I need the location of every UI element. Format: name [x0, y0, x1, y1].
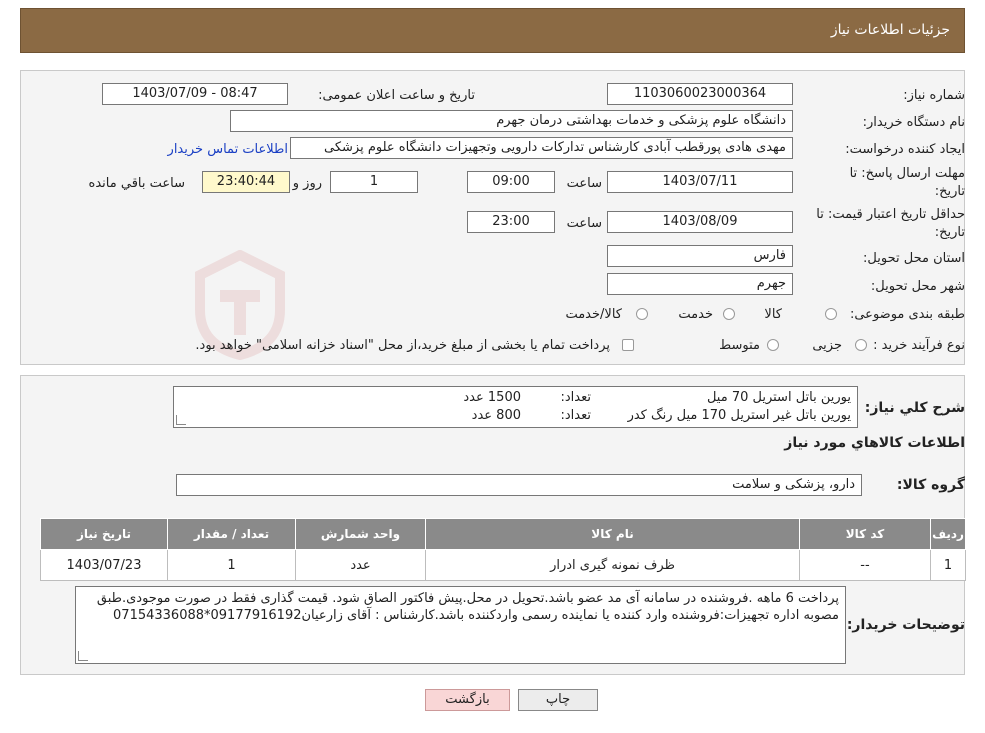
process-checkbox-treasury[interactable]	[622, 339, 634, 351]
col-header-qty: تعداد / مقدار	[167, 518, 296, 550]
need-line-qty-label: تعداد:	[560, 408, 592, 423]
col-header-unit: واحد شمارش	[295, 518, 426, 550]
validity-time-field: 23:00	[467, 211, 555, 233]
cell-row-num: 1	[930, 549, 966, 581]
page-title: جزئیات اطلاعات نیاز	[830, 22, 950, 38]
validity-label: حداقل تاریخ اعتبار قیمت: تا	[816, 207, 965, 222]
process-radio-minor[interactable]	[855, 339, 867, 351]
cell-unit: عدد	[295, 549, 426, 581]
deadline-date-field: 1403/07/11	[607, 171, 793, 193]
buyer-org-label: نام دستگاه خریدار:	[862, 115, 965, 130]
validity-label-date: تاریخ:	[934, 225, 965, 240]
need-number-field: 1103060023000364	[607, 83, 793, 105]
buyer-notes-text: پرداخت 6 ماهه .فروشنده در سامانه آی مد ع…	[96, 591, 839, 623]
print-button[interactable]: چاپ	[518, 689, 598, 711]
validity-date-field: 1403/08/09	[607, 211, 793, 233]
announce-field: 1403/07/09 - 08:47	[102, 83, 288, 105]
col-header-code: کد کالا	[799, 518, 931, 550]
goods-group-field: دارو، پزشکی و سلامت	[176, 474, 862, 496]
resize-grip-icon[interactable]	[176, 415, 186, 425]
goods-info-title: اطلاعات کالاهاي مورد نياز	[784, 435, 965, 451]
process-label: نوع فرآیند خرید :	[873, 338, 965, 353]
need-line-qty-label: تعداد:	[560, 390, 592, 405]
days-label: روز و	[292, 176, 322, 191]
need-summary-label: شرح کلي نياز:	[864, 400, 965, 416]
need-line-qty: 800 عدد	[471, 408, 521, 423]
buyer-notes-box: پرداخت 6 ماهه .فروشنده در سامانه آی مد ع…	[75, 586, 846, 664]
category-radio-service[interactable]	[723, 308, 735, 320]
deadline-time-field: 09:00	[467, 171, 555, 193]
need-line-item: یورین باتل غیر استریل 170 میل رنگ کدر	[627, 408, 851, 423]
announce-label: تاریخ و ساعت اعلان عمومی:	[318, 88, 475, 103]
process-radio-medium[interactable]	[767, 339, 779, 351]
province-field: فارس	[607, 245, 793, 267]
col-header-row-num: رديف	[930, 518, 966, 550]
table-row: 1 -- ظرف نمونه گیری ادرار عدد 1 1403/07/…	[40, 549, 966, 581]
days-field: 1	[330, 171, 418, 193]
cell-qty: 1	[167, 549, 296, 581]
need-number-label: شماره نیاز:	[903, 88, 965, 103]
category-option-goods-service: کالا/خدمت	[565, 307, 622, 322]
category-radio-goods[interactable]	[825, 308, 837, 320]
buyer-notes-label: توضیحات خریدار:	[846, 617, 965, 633]
category-option-service: خدمت	[678, 307, 713, 322]
need-line-item: یورین باتل استریل 70 میل	[706, 390, 851, 405]
cell-date: 1403/07/23	[40, 549, 168, 581]
remaining-label: ساعت باقي مانده	[88, 176, 185, 191]
deadline-label: مهلت ارسال پاسخ: تا	[849, 166, 965, 181]
province-label: استان محل تحویل:	[863, 251, 965, 266]
buyer-contact-link[interactable]: اطلاعات تماس خریدار	[168, 142, 288, 157]
table-header-row: رديف کد کالا نام کالا واحد شمارش تعداد /…	[40, 518, 966, 550]
cell-code: --	[799, 549, 931, 581]
need-line-qty: 1500 عدد	[463, 390, 521, 405]
process-option-minor: جزیی	[812, 338, 842, 353]
remaining-time-field: 23:40:44	[202, 171, 290, 193]
buyer-org-field: دانشگاه علوم پزشکی و خدمات بهداشتی درمان…	[230, 110, 793, 132]
resize-grip-icon[interactable]	[78, 651, 88, 661]
need-line: یورین باتل استریل 70 میل تعداد: 1500 عدد	[180, 389, 851, 407]
city-label: شهر محل تحویل:	[870, 279, 965, 294]
cell-name: ظرف نمونه گیری ادرار	[425, 549, 800, 581]
page-header: جزئیات اطلاعات نیاز	[20, 8, 965, 53]
category-option-goods: کالا	[764, 307, 782, 322]
process-note: پرداخت تمام یا بخشی از مبلغ خرید،از محل …	[195, 338, 610, 353]
deadline-label-date: تاریخ:	[934, 184, 965, 199]
creator-field: مهدی هادی پورقطب آبادی کارشناس تدارکات د…	[290, 137, 793, 159]
process-option-medium: متوسط	[719, 338, 760, 353]
creator-label: ایجاد کننده درخواست:	[845, 142, 965, 157]
col-header-name: نام کالا	[425, 518, 800, 550]
category-radio-goods-service[interactable]	[636, 308, 648, 320]
deadline-time-label: ساعت	[566, 176, 602, 191]
items-table: رديف کد کالا نام کالا واحد شمارش تعداد /…	[40, 518, 966, 581]
goods-group-label: گروه کالا:	[896, 477, 965, 493]
back-button[interactable]: بازگشت	[425, 689, 510, 711]
category-label: طبقه بندی موضوعی:	[849, 307, 965, 322]
city-field: جهرم	[607, 273, 793, 295]
validity-time-label: ساعت	[566, 216, 602, 231]
need-summary-box: یورین باتل استریل 70 میل تعداد: 1500 عدد…	[173, 386, 858, 428]
need-line: یورین باتل غیر استریل 170 میل رنگ کدر تع…	[180, 407, 851, 425]
col-header-date: تاریخ نیاز	[40, 518, 168, 550]
